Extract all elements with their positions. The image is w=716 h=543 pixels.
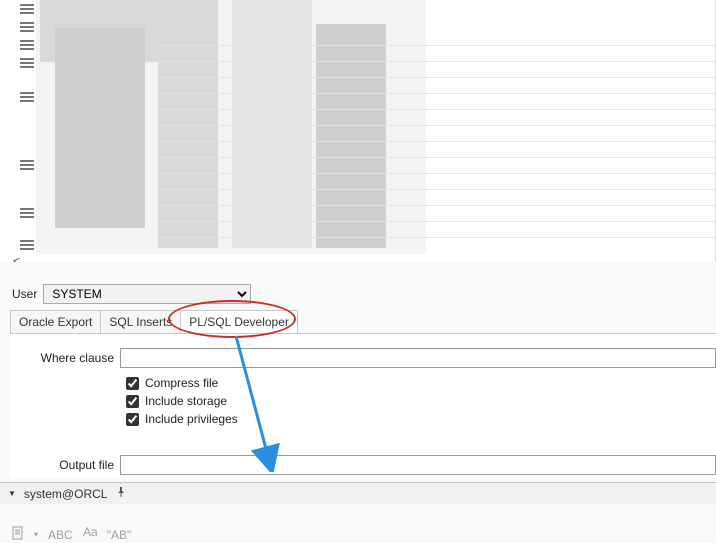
include-storage-checkbox-input[interactable] — [126, 395, 139, 408]
include-privileges-checkbox[interactable]: Include privileges — [126, 412, 716, 426]
tab-oracle-export[interactable]: Oracle Export — [10, 310, 101, 334]
where-clause-label: Where clause — [10, 351, 120, 365]
tab-plsql-developer[interactable]: PL/SQL Developer — [180, 310, 298, 334]
tree-table-icon — [20, 4, 34, 15]
tree-table-icon — [20, 40, 34, 51]
export-mode-tabs: Oracle Export SQL Inserts PL/SQL Develop… — [10, 310, 297, 334]
compress-file-checkbox[interactable]: Compress file — [126, 376, 716, 390]
include-storage-checkbox[interactable]: Include storage — [126, 394, 716, 408]
toolbar-case-icon[interactable]: Aa — [83, 527, 97, 542]
tree-table-icon — [20, 58, 34, 69]
where-clause-input[interactable] — [120, 348, 716, 368]
toolbar-caret-icon[interactable]: ▾ — [34, 530, 38, 539]
tab-sql-inserts[interactable]: SQL Inserts — [100, 310, 181, 334]
toolbar-quote-ab-button[interactable]: "AB" — [107, 528, 132, 542]
compress-file-checkbox-input[interactable] — [126, 377, 139, 390]
status-collapse-icon[interactable]: ▼ — [8, 489, 16, 498]
user-label: User — [12, 287, 37, 301]
doc-icon[interactable] — [12, 526, 24, 543]
tree-table-icon — [20, 22, 34, 33]
include-privileges-checkbox-input[interactable] — [126, 413, 139, 426]
include-storage-label: Include storage — [145, 394, 227, 408]
output-file-input[interactable] — [120, 455, 716, 475]
bottom-toolbar: ▾ ABC Aa "AB" — [12, 526, 131, 543]
pin-icon[interactable] — [115, 486, 127, 501]
tree-table-icon — [20, 92, 34, 103]
tree-table-icon — [20, 208, 34, 219]
status-connection-label: system@ORCL — [24, 487, 108, 501]
toolbar-abc-button[interactable]: ABC — [48, 528, 73, 542]
tree-table-icon — [20, 160, 34, 171]
scroll-left-indicator[interactable]: < — [13, 254, 20, 262]
tree-table-icon — [20, 240, 34, 251]
compress-file-label: Compress file — [145, 376, 218, 390]
output-file-label: Output file — [10, 458, 120, 472]
status-bar: ▼ system@ORCL — [0, 482, 716, 504]
svg-text:Aa: Aa — [83, 527, 97, 539]
editor-lines — [160, 30, 715, 252]
object-tree-panel: < — [0, 0, 716, 262]
user-select[interactable]: SYSTEM — [43, 284, 251, 304]
include-privileges-label: Include privileges — [145, 412, 238, 426]
